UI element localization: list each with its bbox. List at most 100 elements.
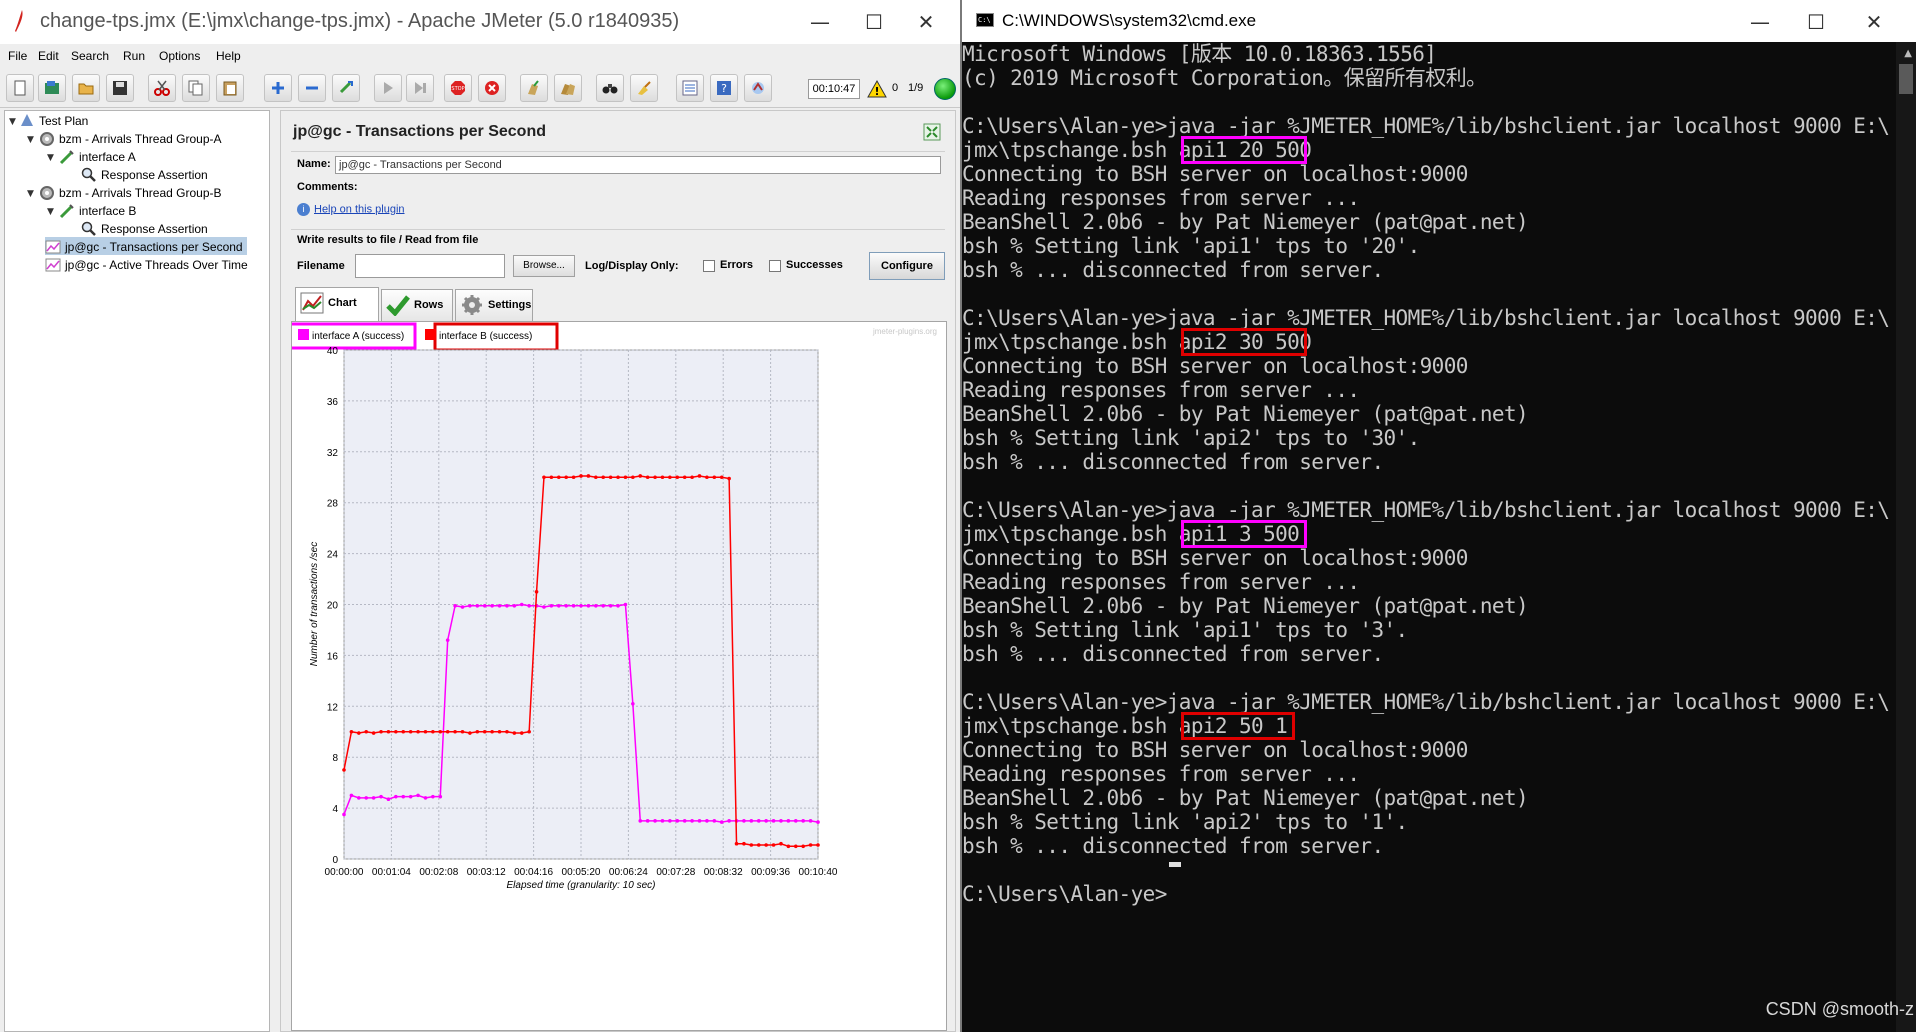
data-point <box>357 731 361 735</box>
tree-item-thread-group-a[interactable]: bzm - Arrivals Thread Group-A <box>39 129 222 147</box>
menu-search[interactable]: Search <box>71 49 109 63</box>
stop-icon[interactable]: STOP <box>444 74 472 102</box>
data-point <box>527 603 531 608</box>
tab-chart[interactable]: Chart <box>295 287 379 321</box>
start-icon[interactable] <box>374 74 402 102</box>
console-line: C:\Users\Alan-ye>java -jar %JMETER_HOME%… <box>962 498 1890 522</box>
cmd-scrollbar[interactable] <box>1896 42 1916 1032</box>
y-tick-label: 36 <box>327 397 339 408</box>
errors-checkbox[interactable] <box>703 260 715 272</box>
y-tick-label: 0 <box>332 855 338 866</box>
data-point <box>586 603 591 608</box>
cmd-maximize-button[interactable]: ☐ <box>1798 4 1834 40</box>
tab-settings[interactable]: Settings <box>455 289 533 321</box>
tree-item-response-assertion-b[interactable]: Response Assertion <box>81 219 208 237</box>
collapse-toggle-icon[interactable]: ▼ <box>27 189 34 199</box>
tree-item-test-plan[interactable]: Test Plan <box>19 111 88 129</box>
data-point <box>742 841 746 846</box>
templates-icon[interactable] <box>38 74 66 102</box>
y-tick-label: 8 <box>332 753 338 764</box>
remote-icon[interactable] <box>744 74 772 102</box>
menu-file[interactable]: File <box>8 49 27 63</box>
tps-chart-svg: jmeter-plugins.org interface A (success)… <box>292 322 937 891</box>
data-point <box>645 475 650 480</box>
browse-button[interactable]: Browse... <box>513 255 575 277</box>
minimize-button[interactable]: — <box>802 4 838 40</box>
data-point <box>401 794 406 799</box>
open-icon[interactable] <box>72 74 100 102</box>
name-label: Name: <box>297 158 331 170</box>
data-point <box>468 731 472 735</box>
save-icon[interactable] <box>106 74 134 102</box>
new-icon[interactable] <box>6 74 34 102</box>
cmd-minimize-button[interactable]: — <box>1742 4 1778 40</box>
tree-item-interface-b[interactable]: interface B <box>59 201 136 219</box>
scrollbar-thumb[interactable] <box>1899 64 1913 94</box>
data-point <box>357 796 361 800</box>
collapse-toggle-icon[interactable]: ▼ <box>27 135 34 145</box>
console-line: BeanShell 2.0b6 - by Pat Niemeyer (pat@p… <box>962 210 1529 234</box>
collapse-icon[interactable] <box>298 74 326 102</box>
data-point <box>379 794 383 799</box>
help-link[interactable]: i Help on this plugin <box>297 203 405 216</box>
cmd-close-button[interactable]: ✕ <box>1856 4 1892 40</box>
assertion-icon <box>81 167 96 182</box>
data-point <box>505 729 509 734</box>
tree-item-interface-a[interactable]: interface A <box>59 147 136 165</box>
collapse-toggle-icon[interactable]: ▼ <box>47 153 54 163</box>
clear-icon[interactable] <box>520 74 548 102</box>
data-point <box>401 729 406 734</box>
y-tick-label: 32 <box>327 448 339 459</box>
maximize-chart-icon[interactable] <box>923 123 941 141</box>
data-point <box>453 729 457 734</box>
data-point <box>571 603 576 608</box>
menu-run[interactable]: Run <box>123 49 145 63</box>
reset-search-icon[interactable] <box>630 74 658 102</box>
scroll-up-icon[interactable]: ▲ <box>1904 48 1912 59</box>
menu-edit[interactable]: Edit <box>38 49 59 63</box>
close-button[interactable]: ✕ <box>908 4 944 40</box>
successes-checkbox[interactable] <box>769 260 781 272</box>
help-icon[interactable]: ? <box>710 74 738 102</box>
name-input[interactable]: jp@gc - Transactions per Second <box>335 156 941 174</box>
clear-all-icon[interactable] <box>554 74 582 102</box>
highlight-api1-20 <box>1181 136 1307 164</box>
search-icon[interactable] <box>596 74 624 102</box>
warning-icon[interactable]: ! <box>867 80 887 98</box>
shutdown-icon[interactable] <box>478 74 506 102</box>
data-point <box>475 729 480 734</box>
data-point <box>623 475 628 480</box>
data-point <box>690 475 694 480</box>
maximize-button[interactable]: ☐ <box>856 4 892 40</box>
collapse-toggle-icon[interactable]: ▼ <box>47 207 54 217</box>
y-tick-label: 40 <box>327 346 339 357</box>
menu-options[interactable]: Options <box>159 49 200 63</box>
filename-input[interactable] <box>355 254 505 278</box>
copy-icon[interactable] <box>182 74 210 102</box>
data-point <box>779 819 783 823</box>
data-point <box>564 603 568 608</box>
toggle-icon[interactable] <box>332 74 360 102</box>
x-axis-label: Elapsed time (granularity: 10 sec) <box>507 880 656 891</box>
tree-item-response-assertion-a[interactable]: Response Assertion <box>81 165 208 183</box>
start-no-pause-icon[interactable] <box>406 74 434 102</box>
console-line: bsh % ... disconnected from server. <box>962 450 1384 474</box>
data-point <box>460 605 465 609</box>
collapse-toggle-icon[interactable]: ▼ <box>9 117 16 127</box>
expand-icon[interactable] <box>264 74 292 102</box>
tree-item-transactions-per-second[interactable]: jp@gc - Transactions per Second <box>45 237 247 255</box>
menu-help[interactable]: Help <box>216 49 241 63</box>
tree-item-active-threads[interactable]: jp@gc - Active Threads Over Time <box>45 255 248 273</box>
tab-rows[interactable]: Rows <box>381 289 453 321</box>
y-axis-ticks: 0 4 8 12 16 20 24 28 32 36 40 <box>327 346 339 866</box>
configure-button[interactable]: Configure <box>869 252 945 280</box>
function-helper-icon[interactable] <box>676 74 704 102</box>
console-line: BeanShell 2.0b6 - by Pat Niemeyer (pat@p… <box>962 402 1529 426</box>
paste-icon[interactable] <box>216 74 244 102</box>
console-output[interactable]: Microsoft Windows [版本 10.0.18363.1556] (c… <box>962 42 1896 1032</box>
data-point <box>556 475 561 480</box>
cut-icon[interactable] <box>148 74 176 102</box>
y-tick-label: 16 <box>327 651 339 662</box>
running-status-icon <box>934 78 956 100</box>
tree-item-thread-group-b[interactable]: bzm - Arrivals Thread Group-B <box>39 183 222 201</box>
